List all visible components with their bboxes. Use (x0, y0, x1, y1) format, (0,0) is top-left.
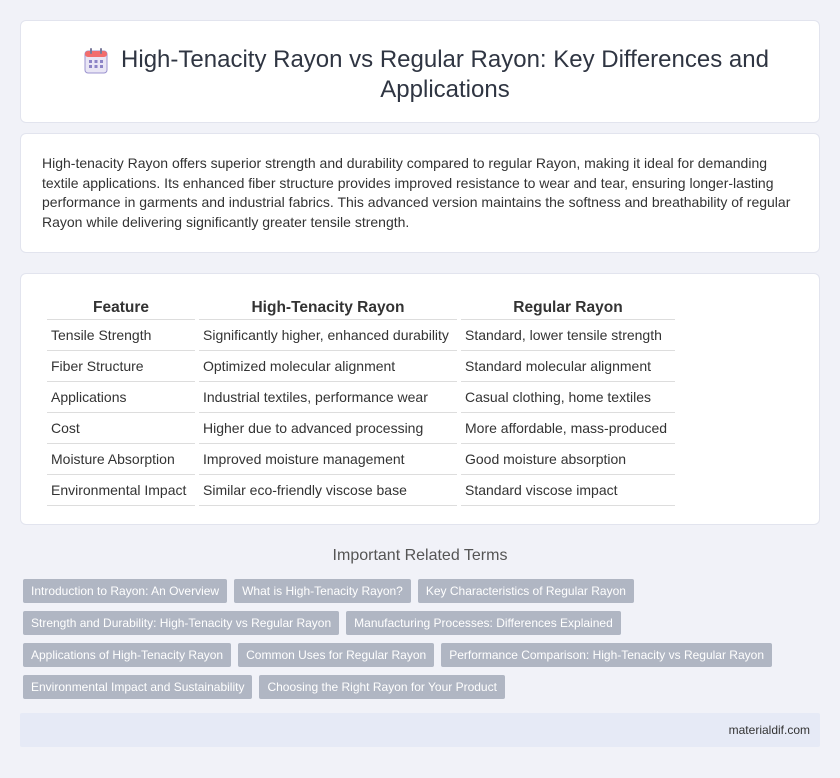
table-cell: More affordable, mass-produced (461, 413, 675, 444)
table-cell: Applications (47, 382, 195, 413)
tag-row: Introduction to Rayon: An Overview What … (23, 579, 783, 603)
footer: materialdif.com (20, 713, 820, 747)
table-header-row: Feature High-Tenacity Rayon Regular Rayo… (47, 294, 675, 320)
table-row: Cost Higher due to advanced processing M… (47, 413, 675, 444)
table-cell: Similar eco-friendly viscose base (199, 475, 457, 506)
table-cell: Standard viscose impact (461, 475, 675, 506)
column-header: Feature (47, 294, 195, 320)
table-row: Tensile Strength Significantly higher, e… (47, 320, 675, 351)
site-name[interactable]: materialdif.com (729, 723, 810, 737)
summary-text: High-tenacity Rayon offers superior stre… (42, 155, 791, 230)
table-row: Fiber Structure Optimized molecular alig… (47, 351, 675, 382)
related-term-link[interactable]: Key Characteristics of Regular Rayon (417, 579, 634, 603)
table-cell: Moisture Absorption (47, 444, 195, 475)
related-term-link[interactable]: Introduction to Rayon: An Overview (23, 579, 228, 603)
table-cell: Environmental Impact (47, 475, 195, 506)
column-header: Regular Rayon (461, 294, 675, 320)
table-cell: Fiber Structure (47, 351, 195, 382)
table-row: Moisture Absorption Improved moisture ma… (47, 444, 675, 475)
table-cell: Higher due to advanced processing (199, 413, 457, 444)
table-cell: Improved moisture management (199, 444, 457, 475)
table-row: Environmental Impact Similar eco-friendl… (47, 475, 675, 506)
related-terms: Introduction to Rayon: An Overview What … (23, 579, 783, 707)
tag-row: Applications of High-Tenacity Rayon Comm… (23, 643, 783, 667)
related-term-link[interactable]: Applications of High-Tenacity Rayon (23, 643, 232, 667)
table-row: Applications Industrial textiles, perfor… (47, 382, 675, 413)
comparison-table: Feature High-Tenacity Rayon Regular Rayo… (43, 294, 679, 506)
related-term-link[interactable]: Common Uses for Regular Rayon (238, 643, 435, 667)
table-cell: Casual clothing, home textiles (461, 382, 675, 413)
related-term-link[interactable]: Manufacturing Processes: Differences Exp… (346, 611, 621, 635)
table-cell: Tensile Strength (47, 320, 195, 351)
related-term-link[interactable]: Choosing the Right Rayon for Your Produc… (259, 675, 505, 699)
table-cell: Industrial textiles, performance wear (199, 382, 457, 413)
table-cell: Optimized molecular alignment (199, 351, 457, 382)
column-header: High-Tenacity Rayon (199, 294, 457, 320)
comparison-card: Feature High-Tenacity Rayon Regular Rayo… (20, 273, 820, 525)
table-cell: Standard molecular alignment (461, 351, 675, 382)
table-cell: Good moisture absorption (461, 444, 675, 475)
related-term-link[interactable]: Environmental Impact and Sustainability (23, 675, 253, 699)
page-title: High-Tenacity Rayon vs Regular Rayon: Ke… (121, 46, 769, 103)
tag-row: Strength and Durability: High-Tenacity v… (23, 611, 783, 635)
related-terms-heading: Important Related Terms (332, 547, 508, 564)
table-cell: Cost (47, 413, 195, 444)
title-card: High-Tenacity Rayon vs Regular Rayon: Ke… (20, 20, 820, 123)
summary-card: High-tenacity Rayon offers superior stre… (20, 133, 820, 253)
related-term-link[interactable]: What is High-Tenacity Rayon? (234, 579, 411, 603)
table-cell: Significantly higher, enhanced durabilit… (199, 320, 457, 351)
related-term-link[interactable]: Performance Comparison: High-Tenacity vs… (441, 643, 772, 667)
table-cell: Standard, lower tensile strength (461, 320, 675, 351)
related-term-link[interactable]: Strength and Durability: High-Tenacity v… (23, 611, 340, 635)
tag-row: Environmental Impact and Sustainability … (23, 675, 783, 699)
